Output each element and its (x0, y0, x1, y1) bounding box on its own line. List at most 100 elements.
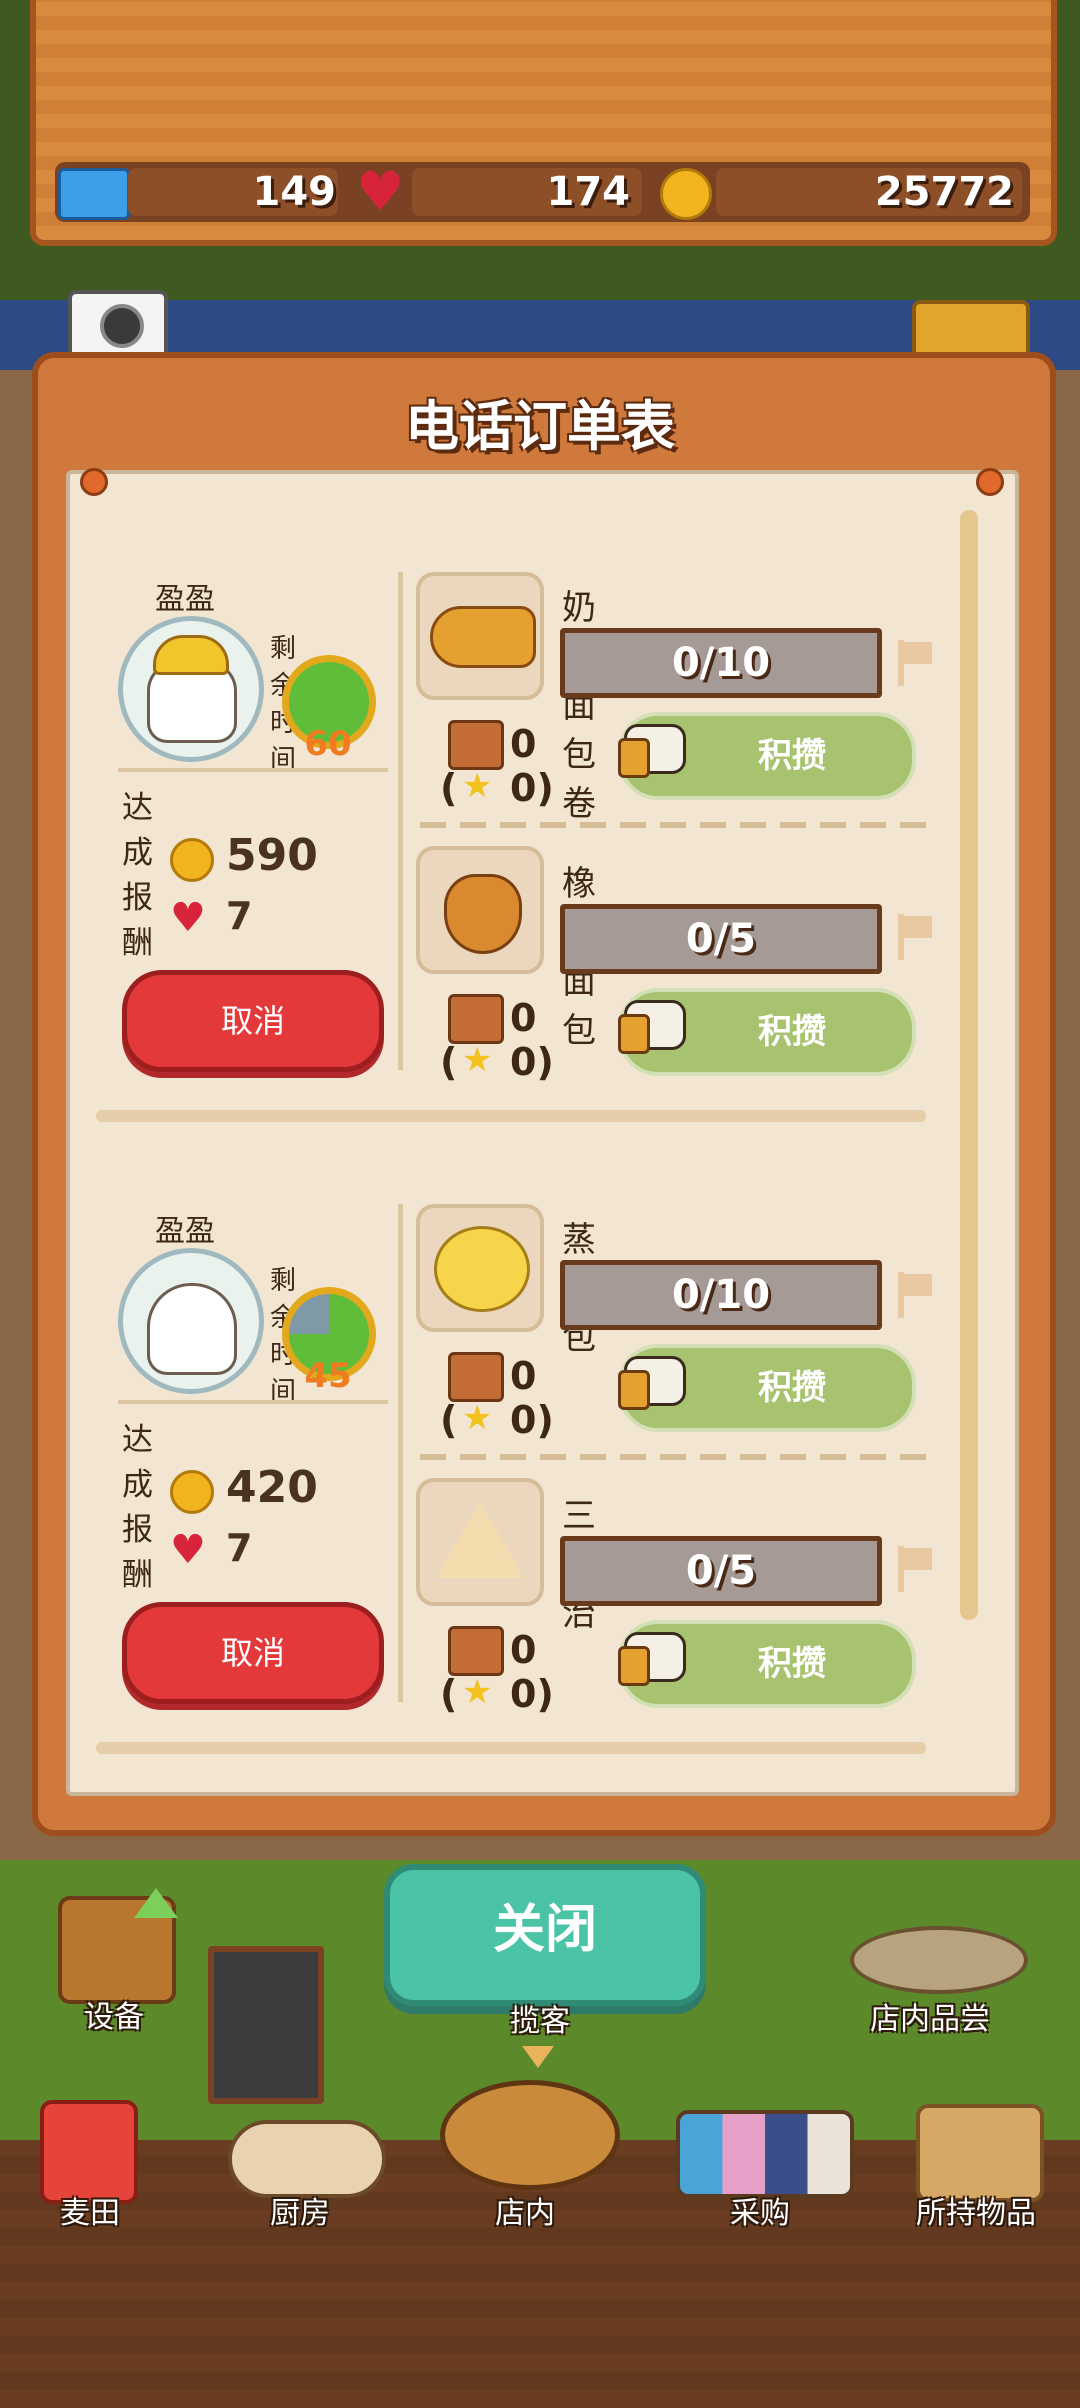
box-icon (448, 1352, 504, 1402)
coin-icon (170, 1470, 214, 1514)
item-name: 奶油面包卷 (562, 588, 596, 824)
nav-kitchen-label: 厨房 (270, 2196, 330, 2231)
customer-avatar (118, 1248, 264, 1394)
order-divider (96, 1742, 926, 1754)
flag-icon (898, 1546, 932, 1592)
item-divider (420, 1454, 930, 1460)
nav-field[interactable]: 麦田 (20, 2100, 170, 2240)
progress-bar: 0/5 (560, 1536, 882, 1606)
progress-bar: 0/10 (560, 1260, 882, 1330)
stock-count: 0 (510, 722, 537, 766)
coin-count: 25772 (874, 169, 1014, 215)
equipment-button[interactable]: 设备 (54, 1888, 178, 2035)
flag-icon (898, 914, 932, 960)
stock-count: 0 (510, 996, 537, 1040)
reward-hearts: 7 (226, 1526, 253, 1570)
flag-icon (898, 1272, 932, 1318)
box-icon (448, 720, 504, 770)
heart-count: 174 (546, 169, 631, 215)
star-icon: ★ (462, 766, 493, 806)
star-stock-count: 0) (510, 1398, 554, 1442)
rolling-pin-icon (228, 2120, 386, 2198)
nav-store[interactable]: 店内 (430, 2080, 620, 2240)
cancel-button[interactable]: 取消 (122, 1602, 384, 1704)
location-marker-icon (522, 2046, 554, 2068)
customer-face (147, 1283, 237, 1375)
coin-icon (170, 838, 214, 882)
nav-inventory-label: 所持物品 (916, 2196, 1036, 2231)
tasting-label: 店内品尝 (870, 2002, 990, 2037)
heart-icon: ♥ (356, 160, 405, 223)
item-image[interactable] (416, 846, 544, 974)
pin-icon (80, 468, 108, 496)
flag-icon (898, 640, 932, 686)
tasting-button[interactable]: 店内品尝 (840, 1896, 1030, 2037)
nav-kitchen[interactable]: 厨房 (210, 2100, 390, 2240)
courier-icon (618, 980, 718, 1060)
heart-icon: ♥ (170, 895, 206, 941)
blackboard-icon[interactable] (208, 1946, 324, 2104)
hat-icon (153, 635, 229, 675)
pin-icon (976, 468, 1004, 496)
stock-label: 积攒 (758, 1012, 826, 1052)
box-icon (448, 1626, 504, 1676)
star-icon: ★ (462, 1040, 493, 1080)
upgrade-arrow-icon (134, 1888, 178, 1918)
star-open: ( (440, 1040, 458, 1084)
acorn-bread-icon (444, 874, 522, 954)
stock-count: 0 (510, 1628, 537, 1672)
tasting-table-icon (850, 1926, 1028, 1994)
separator (118, 768, 388, 772)
ticket-icon (58, 168, 130, 220)
stock-label: 积攒 (758, 1368, 826, 1408)
panel-title: 电话订单表 (405, 395, 675, 458)
star-open: ( (440, 1672, 458, 1716)
scrollbar[interactable] (960, 510, 978, 1620)
steamed-bun-icon (434, 1226, 530, 1312)
star-stock-count: 0) (510, 1672, 554, 1716)
courier-icon (618, 704, 718, 784)
stock-label: 积攒 (758, 736, 826, 776)
star-icon: ★ (462, 1398, 493, 1438)
customer-name: 盈盈 (155, 1214, 215, 1249)
star-open: ( (440, 1398, 458, 1442)
item-image[interactable] (416, 572, 544, 700)
shelf-icon (676, 2110, 854, 2198)
attract-label: 揽客 (510, 2004, 570, 2039)
nav-field-label: 麦田 (60, 2196, 120, 2231)
stock-label: 积攒 (758, 1644, 826, 1684)
bread-basket-icon (440, 2080, 620, 2190)
item-divider (420, 822, 930, 828)
nav-inventory[interactable]: 所持物品 (890, 2100, 1070, 2240)
nav-purchase[interactable]: 采购 (660, 2100, 860, 2240)
close-button[interactable]: 关闭 (384, 1864, 706, 2006)
star-stock-count: 0) (510, 1040, 554, 1084)
item-image[interactable] (416, 1204, 544, 1332)
star-stock-count: 0) (510, 766, 554, 810)
separator (118, 1400, 388, 1404)
item-image[interactable] (416, 1478, 544, 1606)
butter-roll-icon (430, 606, 536, 668)
customer-avatar (118, 616, 264, 762)
coin-icon (660, 168, 712, 220)
reward-label: 达成报酬 (122, 1422, 153, 1593)
courier-icon (618, 1612, 718, 1692)
stock-count: 0 (510, 1354, 537, 1398)
camera-icon (68, 290, 168, 360)
customer-name: 盈盈 (155, 582, 215, 617)
nav-store-label: 店内 (495, 2196, 555, 2231)
heart-icon: ♥ (170, 1527, 206, 1573)
time-left-value: 60 (304, 724, 352, 764)
progress-bar: 0/10 (560, 628, 882, 698)
nav-purchase-label: 采购 (730, 2196, 790, 2231)
cancel-button[interactable]: 取消 (122, 970, 384, 1072)
ticket-count: 149 (252, 169, 337, 215)
progress-bar: 0/5 (560, 904, 882, 974)
star-open: ( (440, 766, 458, 810)
reward-coins: 420 (226, 1462, 318, 1513)
equipment-label: 设备 (84, 2000, 144, 2035)
reward-label: 达成报酬 (122, 790, 153, 961)
box-icon (448, 994, 504, 1044)
courier-icon (618, 1336, 718, 1416)
order-divider (96, 1110, 926, 1122)
